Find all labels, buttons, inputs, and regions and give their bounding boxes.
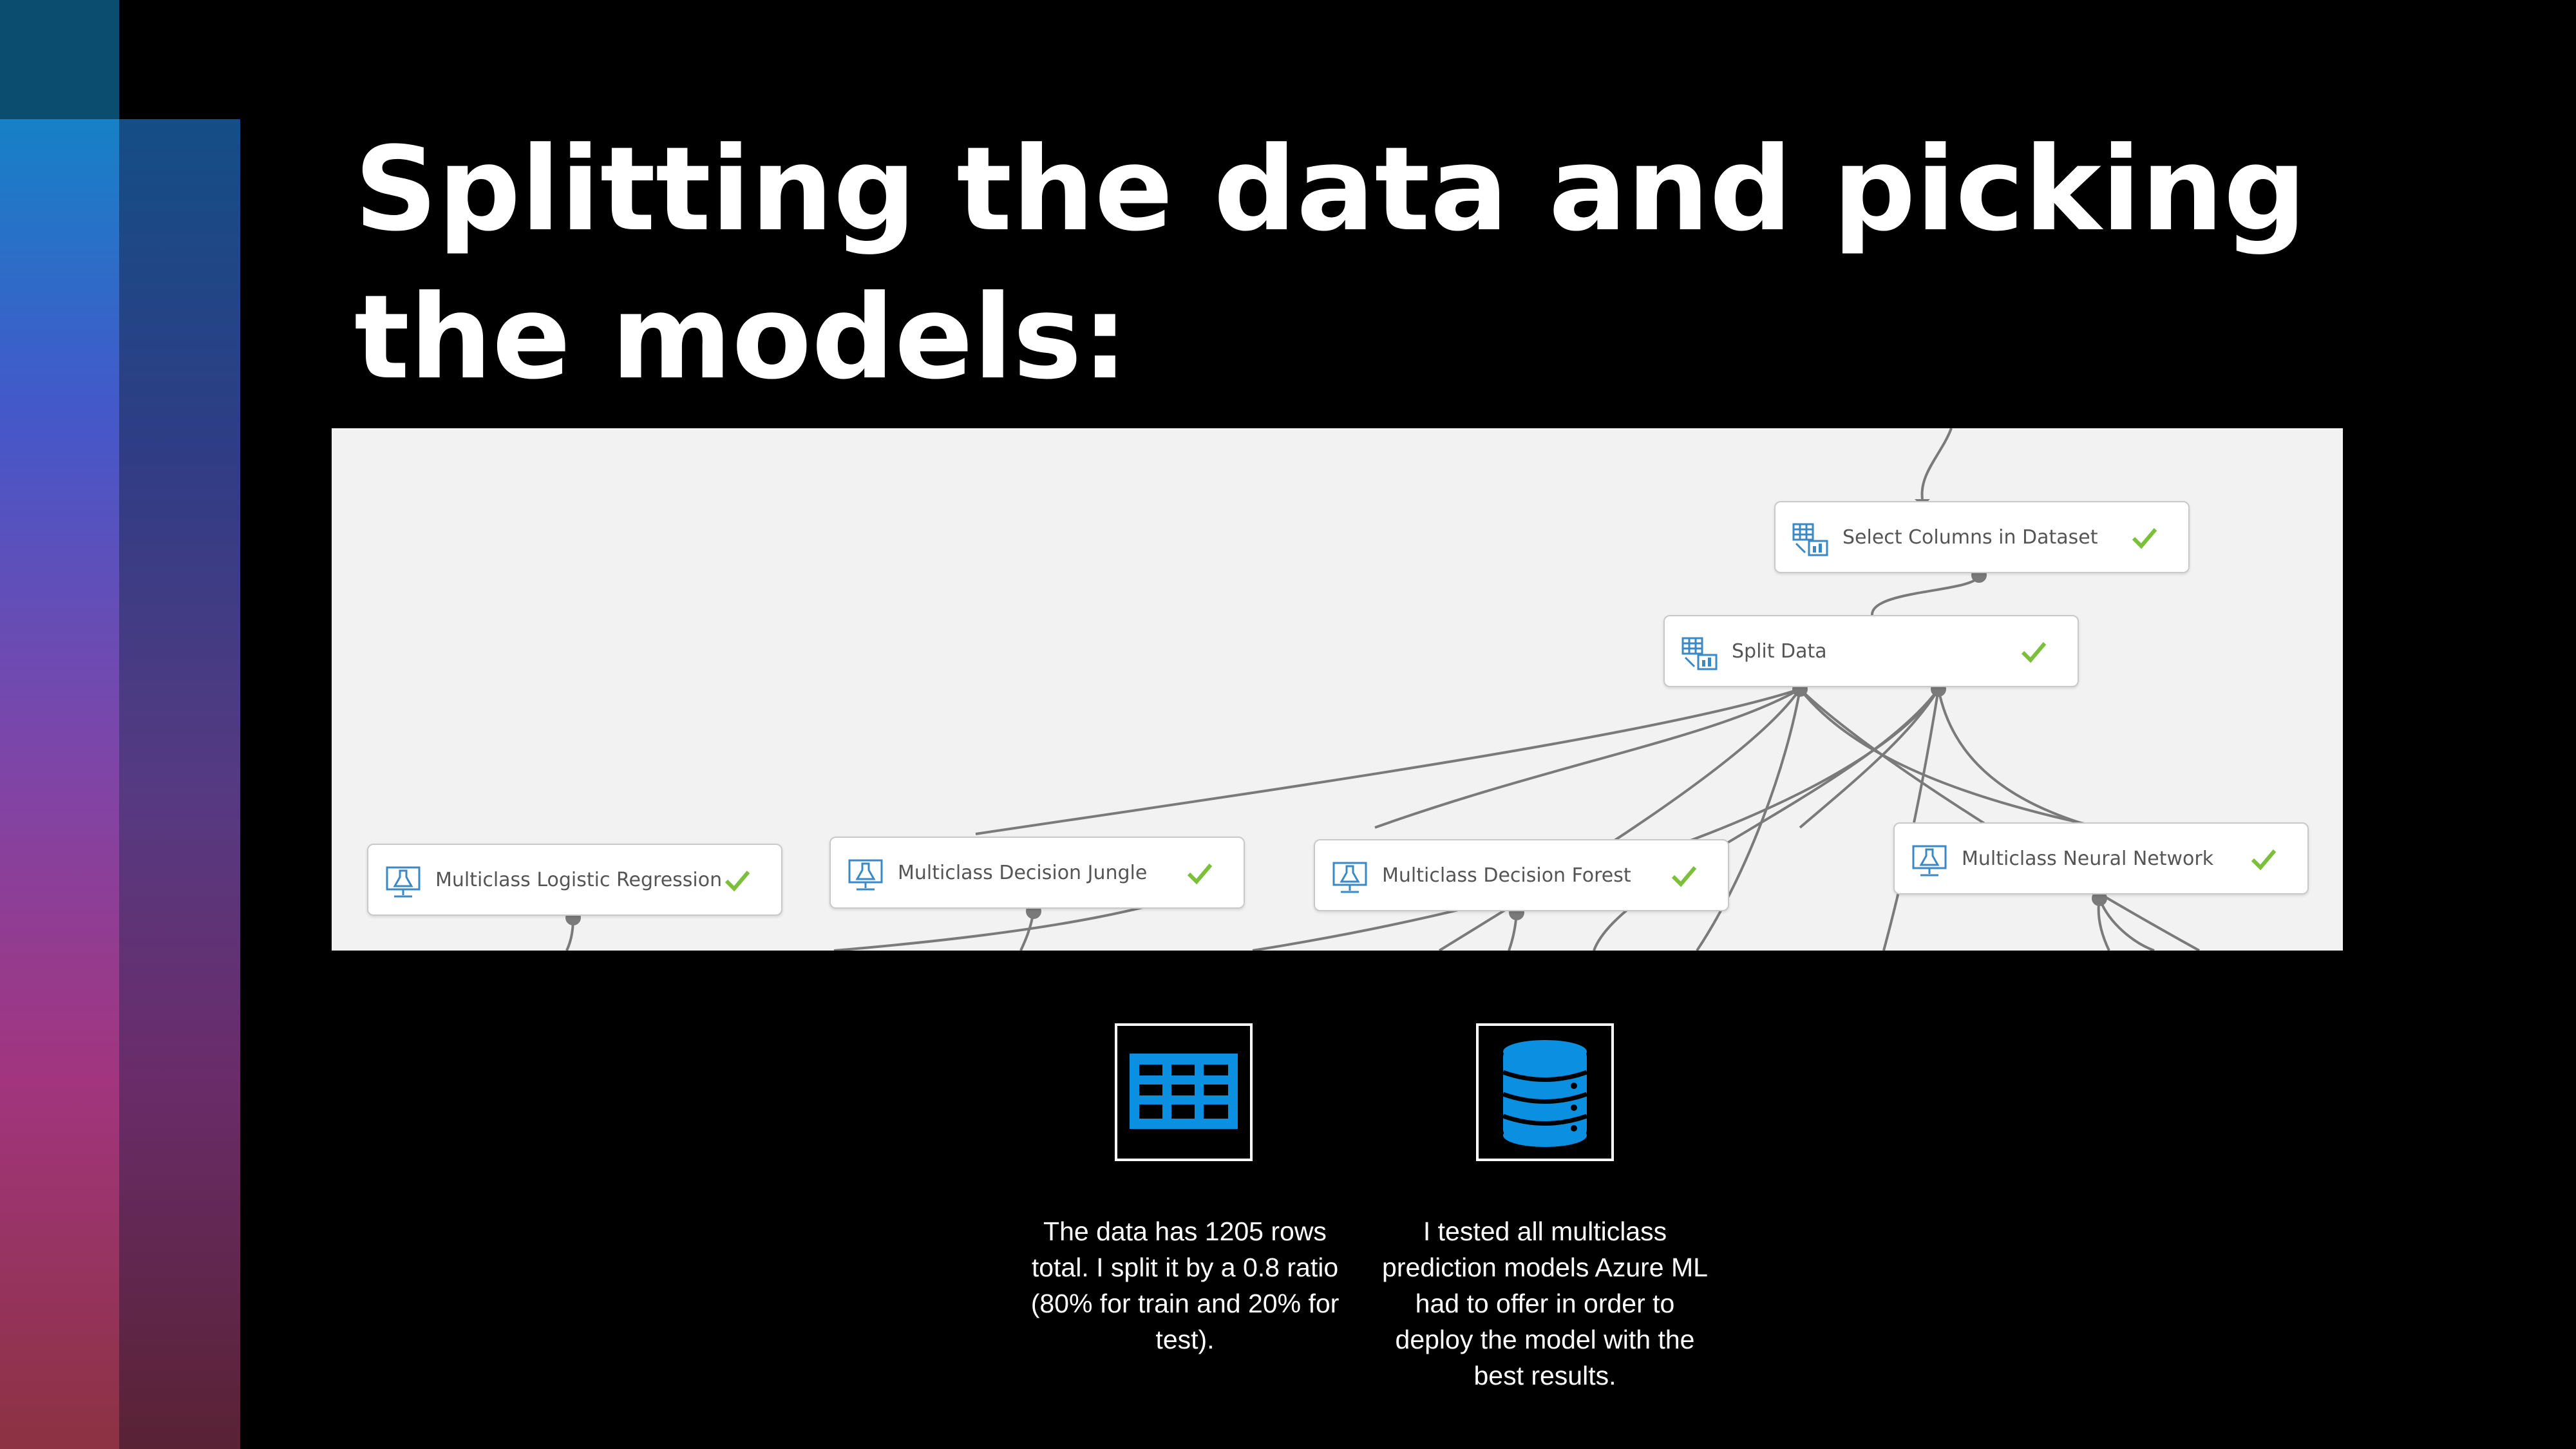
model-flask-icon	[1332, 862, 1367, 893]
node-multiclass-decision-forest[interactable]: Multiclass Decision Forest	[1314, 839, 1729, 911]
checkmark-icon	[2132, 528, 2157, 549]
slide-title: Splitting the data and picking the model…	[354, 122, 2307, 405]
wire-neural-out-2	[2098, 898, 2155, 951]
node-label: Split Data	[1732, 640, 1827, 663]
accent-bar-top	[0, 0, 119, 119]
node-multiclass-neural-network[interactable]: Multiclass Neural Network	[1893, 822, 2309, 895]
database-tile	[1476, 1023, 1614, 1161]
node-select-columns[interactable]: Select Columns in Dataset	[1774, 501, 2190, 573]
table-icon	[1130, 1054, 1238, 1129]
wire-split-left-down-3	[1799, 688, 2200, 951]
table-tile	[1115, 1023, 1253, 1161]
checkmark-icon	[2251, 849, 2277, 871]
experiment-canvas[interactable]: Select Columns in Dataset Split Data Mul…	[332, 428, 2343, 951]
wire-split-left-down-2	[1438, 688, 1801, 951]
node-label: Multiclass Logistic Regression	[435, 869, 723, 891]
dataset-transform-icon	[1792, 523, 1828, 556]
wire-split-left-to-neural	[1799, 688, 2103, 829]
database-icon	[1502, 1040, 1588, 1147]
checkmark-icon	[724, 871, 750, 892]
wire-split-left-to-forest	[1374, 688, 1801, 829]
model-flask-icon	[848, 859, 883, 891]
database-caption: I tested all multiclass prediction model…	[1382, 1217, 1708, 1390]
wire-select-to-split	[1870, 574, 1980, 616]
node-label: Multiclass Decision Forest	[1382, 864, 1631, 887]
checkmark-icon	[2021, 642, 2047, 663]
accent-bar-gradient-outer	[0, 119, 119, 1449]
dataset-transform-icon	[1681, 637, 1718, 670]
model-flask-icon	[1912, 845, 1947, 876]
wire-split-left-down-1	[1696, 688, 1801, 951]
node-split-data[interactable]: Split Data	[1663, 615, 2079, 687]
checkmark-icon	[1671, 866, 1697, 887]
wire-split-right-down-2	[1252, 688, 1940, 951]
node-label: Multiclass Neural Network	[1962, 848, 2214, 870]
model-flask-icon	[386, 866, 421, 898]
node-multiclass-decision-jungle[interactable]: Multiclass Decision Jungle	[829, 837, 1245, 909]
checkmark-icon	[1187, 864, 1213, 885]
node-multiclass-logistic-regression[interactable]: Multiclass Logistic Regression	[367, 844, 782, 916]
wire-split-right-down-3	[1882, 688, 1940, 951]
node-label: Multiclass Decision Jungle	[898, 862, 1148, 884]
table-caption: The data has 1205 rows total. I split it…	[1030, 1217, 1340, 1354]
wire-input	[1920, 428, 1953, 500]
node-label: Select Columns in Dataset	[1842, 526, 2098, 549]
wire-split-left-to-jungle	[975, 688, 1801, 835]
accent-bar-gradient-inner	[119, 119, 240, 1449]
